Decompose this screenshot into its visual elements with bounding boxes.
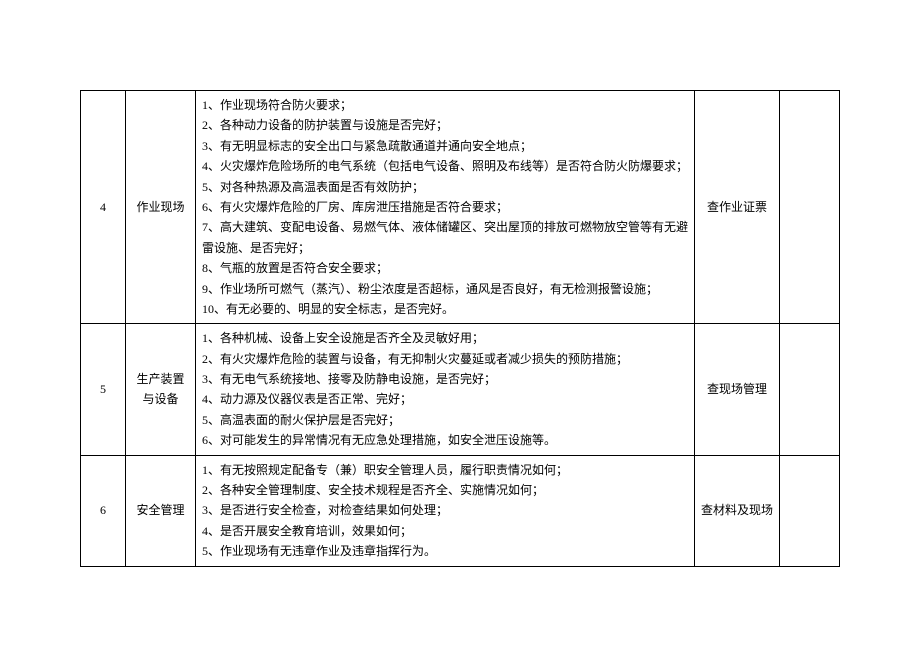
- content-item: 10、有无必要的、明显的安全标志，是否完好。: [202, 299, 688, 319]
- content-item: 4、是否开展安全教育培训，效果如何；: [202, 521, 688, 541]
- content-item: 2、有火灾爆炸危险的装置与设备，有无抑制火灾蔓延或者减少损失的预防措施；: [202, 349, 688, 369]
- content-item: 4、动力源及仪器仪表是否正常、完好；: [202, 389, 688, 409]
- content-item: 7、高大建筑、变配电设备、易燃气体、液体储罐区、突出屋顶的排放可燃物放空管等有无…: [202, 217, 688, 258]
- row-content: 1、各种机械、设备上安全设施是否齐全及灵敏好用； 2、有火灾爆炸危险的装置与设备…: [196, 324, 695, 455]
- row-number: 4: [81, 91, 126, 324]
- content-item: 6、对可能发生的异常情况有无应急处理措施，如安全泄压设施等。: [202, 430, 688, 450]
- content-item: 2、各种安全管理制度、安全技术规程是否齐全、实施情况如何；: [202, 480, 688, 500]
- table-row: 6 安全管理 1、有无按照规定配备专（兼）职安全管理人员，履行职责情况如何； 2…: [81, 455, 840, 566]
- row-content: 1、有无按照规定配备专（兼）职安全管理人员，履行职责情况如何； 2、各种安全管理…: [196, 455, 695, 566]
- content-item: 1、作业现场符合防火要求；: [202, 95, 688, 115]
- row-number: 6: [81, 455, 126, 566]
- row-method: 查作业证票: [695, 91, 780, 324]
- row-category: 生产装置与设备: [126, 324, 196, 455]
- content-item: 4、火灾爆炸危险场所的电气系统（包括电气设备、照明及布线等）是否符合防火防爆要求…: [202, 156, 688, 176]
- content-item: 6、有火灾爆炸危险的厂房、库房泄压措施是否符合要求；: [202, 197, 688, 217]
- content-item: 3、是否进行安全检查，对检查结果如何处理；: [202, 500, 688, 520]
- table-row: 4 作业现场 1、作业现场符合防火要求； 2、各种动力设备的防护装置与设施是否完…: [81, 91, 840, 324]
- content-item: 3、有无明显标志的安全出口与紧急疏散通道并通向安全地点；: [202, 136, 688, 156]
- inspection-table: 4 作业现场 1、作业现场符合防火要求； 2、各种动力设备的防护装置与设施是否完…: [80, 90, 840, 567]
- content-item: 5、作业现场有无违章作业及违章指挥行为。: [202, 541, 688, 561]
- content-item: 8、气瓶的放置是否符合安全要求；: [202, 258, 688, 278]
- row-method: 查现场管理: [695, 324, 780, 455]
- table-row: 5 生产装置与设备 1、各种机械、设备上安全设施是否齐全及灵敏好用； 2、有火灾…: [81, 324, 840, 455]
- row-number: 5: [81, 324, 126, 455]
- content-item: 3、有无电气系统接地、接零及防静电设施，是否完好；: [202, 369, 688, 389]
- content-item: 1、各种机械、设备上安全设施是否齐全及灵敏好用；: [202, 328, 688, 348]
- row-category: 作业现场: [126, 91, 196, 324]
- row-content: 1、作业现场符合防火要求； 2、各种动力设备的防护装置与设施是否完好； 3、有无…: [196, 91, 695, 324]
- row-empty: [780, 324, 840, 455]
- content-item: 1、有无按照规定配备专（兼）职安全管理人员，履行职责情况如何；: [202, 460, 688, 480]
- row-empty: [780, 455, 840, 566]
- content-item: 9、作业场所可燃气（蒸汽）、粉尘浓度是否超标，通风是否良好，有无检测报警设施；: [202, 279, 688, 299]
- row-empty: [780, 91, 840, 324]
- content-item: 2、各种动力设备的防护装置与设施是否完好；: [202, 115, 688, 135]
- row-category: 安全管理: [126, 455, 196, 566]
- table-body: 4 作业现场 1、作业现场符合防火要求； 2、各种动力设备的防护装置与设施是否完…: [81, 91, 840, 567]
- row-method: 查材料及现场: [695, 455, 780, 566]
- content-item: 5、对各种热源及高温表面是否有效防护；: [202, 177, 688, 197]
- content-item: 5、高温表面的耐火保护层是否完好；: [202, 410, 688, 430]
